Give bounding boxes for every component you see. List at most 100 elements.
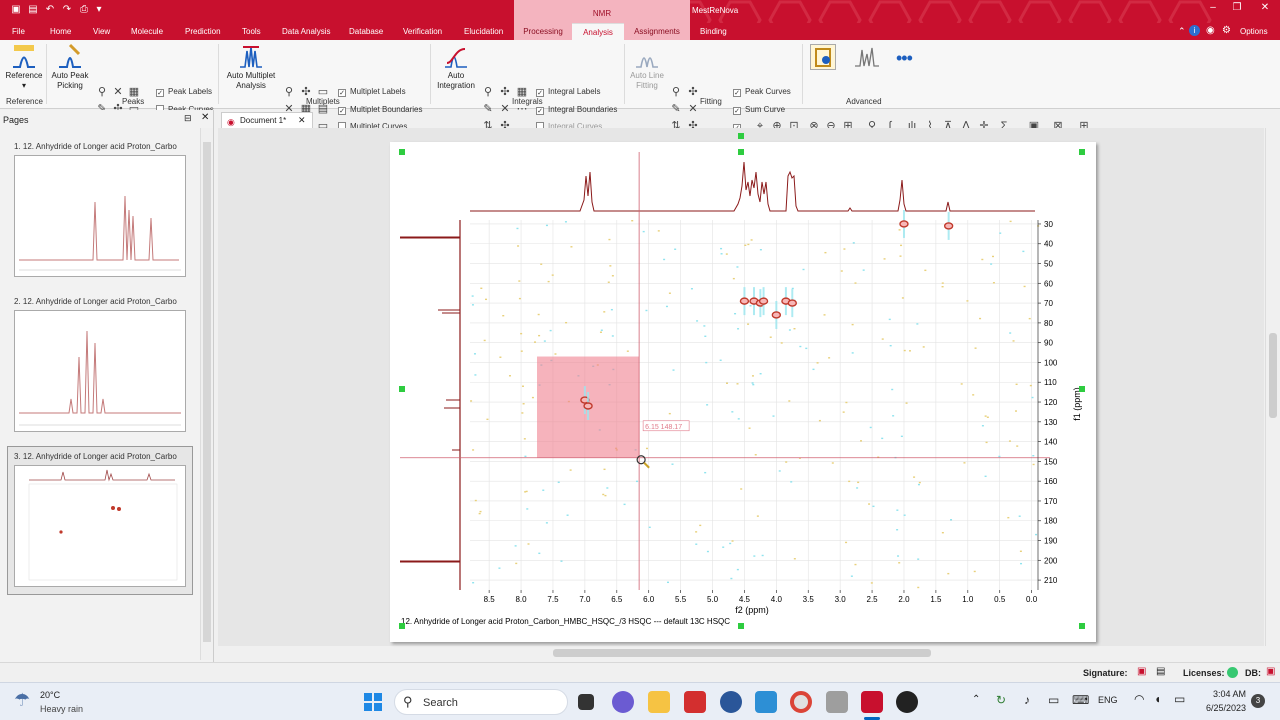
document-vscrollbar[interactable] [1265,128,1280,646]
auto-line-fitting-button[interactable]: Auto Line Fitting [628,43,666,91]
auto-integration-button[interactable]: Auto Integration [434,43,478,91]
keyboard-icon[interactable]: ⌨ [1072,693,1089,707]
undo-icon[interactable]: ↶ [44,4,56,16]
page-thumbnail-2[interactable] [14,310,186,432]
minimize-icon[interactable]: – [1204,2,1222,13]
integral-edit-icon[interactable]: ✎ [482,103,494,115]
tab-analysis[interactable]: Analysis [572,23,624,40]
document-close-icon[interactable]: ✕ [298,113,306,128]
restore-icon[interactable]: ❐ [1228,2,1246,13]
page-thumbnail-1[interactable] [14,155,186,277]
options-menu[interactable]: Options [1240,27,1268,36]
fit-manual-icon[interactable]: ⚲ [670,86,682,98]
db-icon[interactable]: ▣ [1266,666,1275,677]
panel-close-icon[interactable]: ✕ [201,112,209,123]
weather-desc[interactable]: Heavy rain [40,704,83,714]
integral-delete-icon[interactable]: ✕ [499,103,511,115]
clipboard-report-button[interactable] [810,44,836,70]
integral-labels-checkbox[interactable]: ✓ Integral Labels [536,87,600,97]
peak-manual-icon[interactable]: ⚲ [96,86,108,98]
spectrum-page[interactable]: 6.15 148.17 8.5 8.0 7.5 7.0 6.5 6.0 5.5 5.0 4.5 4… [390,133,1096,642]
signature-icon[interactable]: ▣ [1137,666,1146,677]
document-tab[interactable]: ◉ Document 1* ✕ [221,112,313,128]
tab-processing[interactable]: Processing [514,23,572,40]
fit-edit-icon[interactable]: ✎ [670,103,682,115]
selection-handle[interactable] [1079,386,1085,392]
redo-icon[interactable]: ↷ [61,4,73,16]
selection-handle[interactable] [399,386,405,392]
app-icon-blue[interactable] [720,691,742,713]
teams-chat-icon[interactable] [612,691,634,713]
auto-multiplet-analysis-button[interactable]: Auto Multiplet Analysis [222,43,280,91]
app-icon-gray[interactable] [826,691,848,713]
menu-file[interactable]: File [12,27,25,36]
multiplet-boundaries-checkbox[interactable]: ✓ Multiplet Boundaries [338,105,422,115]
help-icon[interactable]: ◉ [1206,25,1215,36]
pages-scrollbar[interactable] [200,128,213,660]
multiplet-labels-checkbox[interactable]: ✓ Multiplet Labels [338,87,406,97]
selection-handle[interactable] [738,149,744,155]
peak-labels-checkbox[interactable]: ✓ Peak Labels [156,87,212,97]
menu-home[interactable]: Home [50,27,71,36]
task-view-icon[interactable] [578,694,594,710]
weather-temp[interactable]: 20°C [40,690,60,700]
ribbon-collapse-icon[interactable]: ⌃ [1178,26,1186,37]
selection-handle[interactable] [399,623,405,629]
menu-prediction[interactable]: Prediction [185,27,221,36]
selection-handle[interactable] [1079,149,1085,155]
rotation-handle[interactable] [738,133,744,139]
selection-handle[interactable] [399,149,405,155]
volume-icon[interactable]: ◖ [1154,692,1161,706]
menu-data-analysis[interactable]: Data Analysis [282,27,330,36]
tab-assignments[interactable]: Assignments [624,23,690,40]
panel-pin-icon[interactable]: ⊟ [184,113,192,124]
clock-time[interactable]: 3:04 AM [1210,689,1246,699]
info-icon[interactable]: i [1189,25,1200,36]
menu-database[interactable]: Database [349,27,383,36]
fit-sum-curve-checkbox[interactable]: ✓ Sum Curve [733,105,785,115]
tray-sync-icon[interactable]: ↻ [996,693,1006,707]
reference-dropdown-icon[interactable]: ▾ [22,81,26,90]
taskbar-search[interactable]: ⚲ Search [394,689,568,715]
acrobat-icon[interactable] [684,691,706,713]
tray-chevron-icon[interactable]: ⌃ [972,694,980,705]
integral-boundaries-checkbox[interactable]: ✓ Integral Boundaries [536,105,617,115]
integral-manual-icon[interactable]: ⚲ [482,86,494,98]
multiplet-manual-icon[interactable]: ⚲ [283,86,295,98]
menu-elucidation[interactable]: Elucidation [464,27,503,36]
page-thumbnail-3[interactable] [14,465,186,587]
save-icon[interactable]: ▤ [27,4,39,16]
file-explorer-icon[interactable] [648,691,670,713]
fit-options-icon[interactable]: ✣ [687,86,699,98]
wifi-icon[interactable]: ◠ [1134,692,1144,706]
windows-start-icon[interactable] [363,692,383,712]
menu-molecule[interactable]: Molecule [131,27,163,36]
fit-delete-icon[interactable]: ✕ [687,103,699,115]
spectrum-stack-button[interactable] [854,46,880,68]
mestrenova-taskbar-icon[interactable] [861,691,883,713]
integral-options-icon[interactable]: ✣ [499,86,511,98]
quick-access-chevron-icon[interactable]: ▾ [93,4,105,16]
reference-button[interactable]: Reference ▾ [4,43,44,91]
document-hscrollbar[interactable] [218,646,1264,660]
auto-peak-picking-button[interactable]: Auto Peak Picking [50,43,90,91]
selection-handle[interactable] [1079,623,1085,629]
chrome-icon[interactable] [790,691,812,713]
selection-handle[interactable] [738,623,744,629]
menu-view[interactable]: View [93,27,110,36]
close-icon[interactable]: ✕ [1256,2,1274,13]
more-options-icon[interactable]: ••• [896,48,913,69]
menu-tools[interactable]: Tools [242,27,261,36]
settings-icon[interactable]: ⚙ [1222,25,1231,36]
menu-verification[interactable]: Verification [403,27,442,36]
clock-date[interactable]: 6/25/2023 [1200,703,1246,713]
hsqc-plot[interactable]: 6.15 148.17 8.5 8.0 7.5 7.0 6.5 6.0 5.5 5.0 4.5 4… [390,142,1096,642]
microphone-icon[interactable]: ♪ [1024,693,1030,707]
fit-peak-curves-checkbox[interactable]: ✓ Peak Curves [733,87,791,97]
menu-binding[interactable]: Binding [700,27,727,36]
language-indicator[interactable]: ENG [1098,695,1118,705]
print-icon[interactable]: ⎙ [78,4,90,16]
remote-desktop-icon[interactable] [755,691,777,713]
battery-icon[interactable]: ▭ [1174,692,1185,706]
app-icon-dark[interactable] [896,691,918,713]
